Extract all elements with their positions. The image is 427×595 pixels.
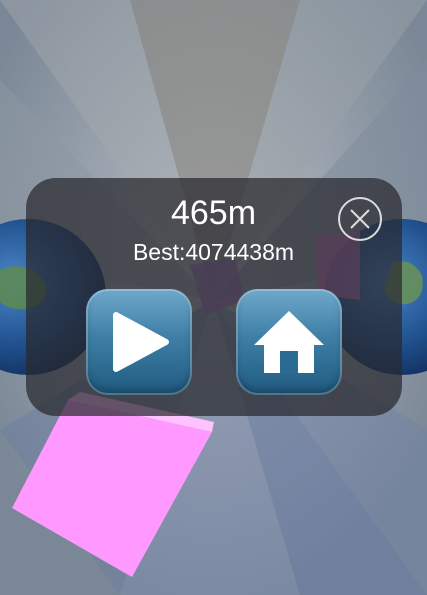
play-icon xyxy=(113,312,169,372)
play-button[interactable] xyxy=(86,289,192,395)
close-button[interactable] xyxy=(337,196,383,242)
home-icon xyxy=(254,311,324,373)
close-circle-icon xyxy=(338,197,382,241)
home-button[interactable] xyxy=(236,289,342,395)
best-score: Best:4074438m xyxy=(132,239,295,265)
